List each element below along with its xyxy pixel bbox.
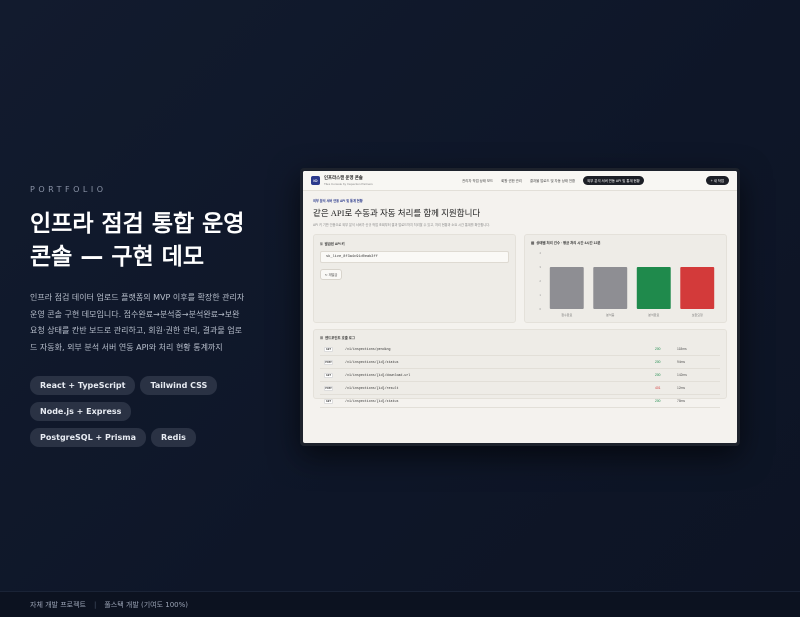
latency: 94ms xyxy=(677,360,686,364)
status-code: 200 xyxy=(655,399,661,403)
method-badge: GET xyxy=(324,398,333,404)
endpoint-path: /v1/inspections/pending xyxy=(345,347,391,351)
status-code: 200 xyxy=(655,347,661,351)
status-code: 401 xyxy=(655,386,661,390)
hero-title-line2: 콘솔 — 구현 데모 xyxy=(30,244,204,270)
intro-panel: PORTFOLIO 인프라 점검 통합 운영 콘솔 — 구현 데모 인프라 점검… xyxy=(30,185,270,447)
top-nav: 관리자 작업 상태 보드 회원·권한 관리 결과물 업로드 및 자동 상태 전환… xyxy=(462,176,644,185)
new-task-button[interactable]: + 새 작업 xyxy=(705,176,729,185)
x-tick-label: 분석완료 xyxy=(648,312,659,317)
reissue-label: 재발급 xyxy=(328,273,338,277)
footer-separator: | xyxy=(93,600,97,609)
hero-title: 인프라 점검 통합 운영 콘솔 — 구현 데모 xyxy=(30,208,270,274)
endpoint-path: /v1/inspections/{id}/download-url xyxy=(345,373,411,377)
log-row: GET /v1/inspections/pending 200 118ms xyxy=(320,343,720,356)
brand: 인프라스캔 운영 콘솔 Tiles Console by Inspection … xyxy=(324,175,373,186)
tech-tags: React + TypeScript Tailwind CSS Node.js … xyxy=(30,376,250,447)
tag: Redis xyxy=(151,428,196,447)
description: 인프라 점검 데이터 업로드 플랫폼의 MVP 이후를 확장한 관리자 운영 콘… xyxy=(30,293,245,352)
tag: Node.js + Express xyxy=(30,402,132,421)
y-tick-label: 4 xyxy=(539,251,541,255)
latency: 78ms xyxy=(677,399,686,403)
status-code: 200 xyxy=(655,373,661,377)
method-badge: GET xyxy=(324,372,333,378)
bar xyxy=(549,267,584,309)
page-title: 같은 API로 수동과 자동 처리를 함께 지원합니다 xyxy=(313,208,481,218)
app-header: IO 인프라스캔 운영 콘솔 Tiles Console by Inspecti… xyxy=(303,171,737,191)
nav-item-members[interactable]: 회원·권한 관리 xyxy=(501,178,522,183)
cards-row: ⚿ 발급된 API 키 sk_live_8f3a4c91d0eab3ff ↻ 재… xyxy=(313,234,727,323)
brand-title: 인프라스캔 운영 콘솔 xyxy=(324,175,363,180)
log-row: GET /v1/inspections/{id}/status 200 78ms xyxy=(320,395,720,408)
laptop-mockup: IO 인프라스캔 운영 콘솔 Tiles Console by Inspecti… xyxy=(300,168,740,446)
x-tick-label: 분석중 xyxy=(606,312,615,317)
reissue-button[interactable]: ↻ 재발급 xyxy=(320,269,343,280)
bar xyxy=(593,267,628,309)
bar xyxy=(680,267,715,309)
bar xyxy=(636,267,671,309)
key-icon: ⚿ xyxy=(320,241,323,246)
status-bar-chart: 0 1 2 3 4 접수완료 분석중 분석완료 보완요청 xyxy=(539,251,715,317)
y-tick-label: 1 xyxy=(539,293,541,297)
method-badge: POST xyxy=(324,385,333,391)
log-row: POST /v1/inspections/{id}/result 401 12m… xyxy=(320,382,720,395)
section-eyebrow: 외부 분석 서버 연동 API 및 통계 현황 xyxy=(313,199,363,203)
endpoint-path: /v1/inspections/{id}/result xyxy=(345,386,399,390)
log-row: GET /v1/inspections/{id}/download-url 20… xyxy=(320,369,720,382)
tag: React + TypeScript xyxy=(30,376,136,395)
tag: PostgreSQL + Prisma xyxy=(30,428,147,447)
page-subtitle: API 키 기반 인증으로 외부 분석 서버가 신규 작업 조회부터 결과 업로… xyxy=(313,223,491,227)
endpoint-log-card: ☰ 엔드포인트 호출 로그 GET /v1/inspections/pendin… xyxy=(313,329,727,408)
list-icon: ☰ xyxy=(320,335,324,340)
hero-title-line1: 인프라 점검 통합 운영 xyxy=(30,211,245,237)
app-screen: IO 인프라스캔 운영 콘솔 Tiles Console by Inspecti… xyxy=(303,171,737,443)
log-table: GET /v1/inspections/pending 200 118ms PO… xyxy=(320,343,720,408)
refresh-icon: ↻ xyxy=(325,273,328,277)
footer-role: 풀스택 개발 (기여도 100%) xyxy=(104,600,189,609)
nav-item-api[interactable]: 외부 분석 서버 연동 API 및 통계 현황 xyxy=(583,176,644,185)
log-title: ☰ 엔드포인트 호출 로그 xyxy=(320,335,720,341)
brand-subtitle: Tiles Console by Inspection Partners xyxy=(324,182,373,186)
footer-project-type: 자체 개발 프로젝트 xyxy=(30,600,86,609)
x-tick-label: 접수완료 xyxy=(561,312,572,317)
eyebrow: PORTFOLIO xyxy=(30,185,107,194)
y-tick-label: 2 xyxy=(539,279,541,283)
footer-bar: 자체 개발 프로젝트 | 풀스택 개발 (기여도 100%) xyxy=(0,591,800,617)
app-logo: IO xyxy=(311,176,320,185)
y-tick-label: 0 xyxy=(539,307,541,311)
x-tick-label: 보완요청 xyxy=(692,312,703,317)
y-tick-label: 3 xyxy=(539,265,541,269)
log-title-text: 엔드포인트 호출 로그 xyxy=(325,336,356,340)
tag: Tailwind CSS xyxy=(140,376,218,395)
latency: 12ms xyxy=(677,386,686,390)
log-row: POST /v1/inspections/{id}/status 200 94m… xyxy=(320,356,720,369)
nav-item-upload[interactable]: 결과물 업로드 및 자동 상태 전환 xyxy=(530,178,575,183)
api-key-title: ⚿ 발급된 API 키 xyxy=(320,241,509,247)
method-badge: POST xyxy=(324,359,333,365)
latency: 118ms xyxy=(677,347,687,351)
status-code: 200 xyxy=(655,360,661,364)
latency: 142ms xyxy=(677,373,687,377)
status-chart-card: ▥ 상태별 처리 건수 · 평균 처리 시간 4시간 12분 0 1 2 3 4 접수완료… xyxy=(524,234,727,323)
nav-item-board[interactable]: 관리자 작업 상태 보드 xyxy=(462,178,493,183)
method-badge: GET xyxy=(324,346,333,352)
chart-title-text: 상태별 처리 건수 · 평균 처리 시간 4시간 12분 xyxy=(536,241,601,245)
endpoint-path: /v1/inspections/{id}/status xyxy=(345,399,399,403)
chart-title: ▥ 상태별 처리 건수 · 평균 처리 시간 4시간 12분 xyxy=(531,240,720,246)
endpoint-path: /v1/inspections/{id}/status xyxy=(345,360,399,364)
chart-icon: ▥ xyxy=(531,240,535,245)
api-key-field[interactable]: sk_live_8f3a4c91d0eab3ff xyxy=(320,251,509,263)
api-key-title-text: 발급된 API 키 xyxy=(324,242,345,246)
main-content: 외부 분석 서버 연동 API 및 통계 현황 같은 API로 수동과 자동 처… xyxy=(303,191,737,408)
api-key-card: ⚿ 발급된 API 키 sk_live_8f3a4c91d0eab3ff ↻ 재… xyxy=(313,234,516,323)
